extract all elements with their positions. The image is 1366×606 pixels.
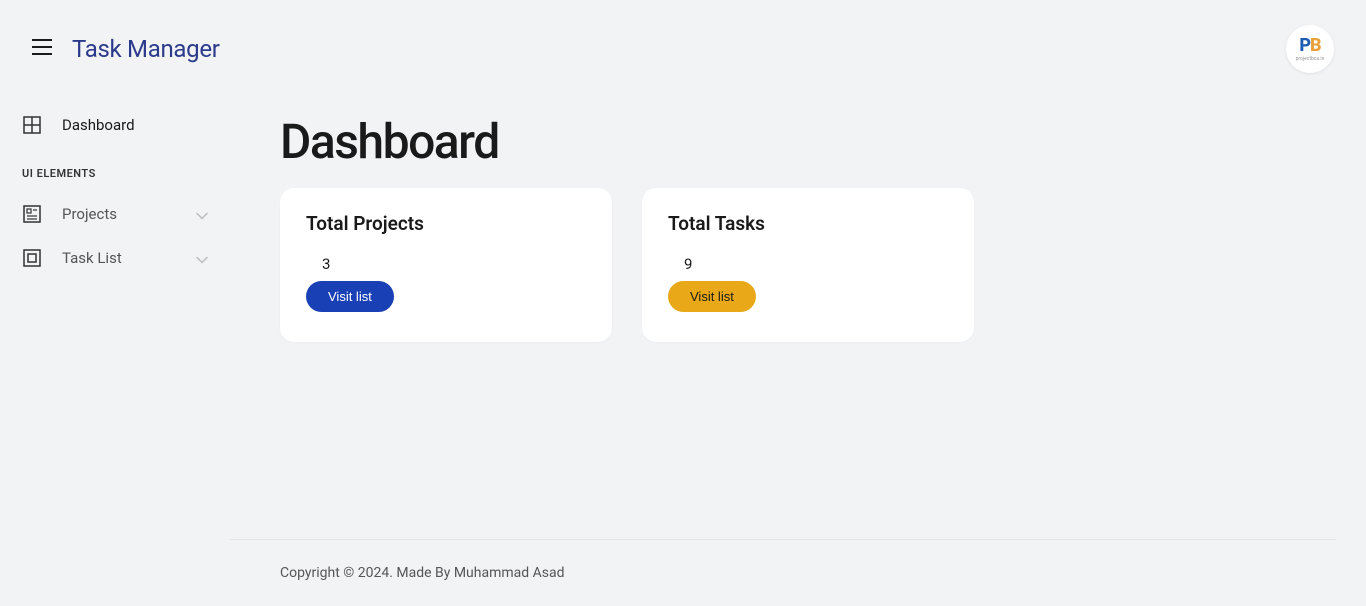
chevron-down-icon: [196, 205, 208, 224]
avatar[interactable]: PB projectbca.in: [1286, 25, 1334, 73]
task-list-icon: [22, 248, 42, 268]
page-title: Dashboard: [280, 113, 1316, 170]
app-title[interactable]: Task Manager: [72, 35, 220, 63]
card-total-tasks: Total Tasks 9 Visit list: [642, 188, 974, 342]
card-value: 9: [684, 255, 948, 273]
sidebar-item-left: Task List: [22, 248, 122, 268]
sidebar-item-task-list[interactable]: Task List: [12, 236, 218, 280]
avatar-subtext: projectbca.in: [1296, 56, 1325, 62]
chevron-down-icon: [196, 249, 208, 268]
visit-list-button[interactable]: Visit list: [668, 281, 756, 312]
footer: Copyright © 2024. Made By Muhammad Asad: [230, 539, 1336, 606]
header-left: Task Manager: [32, 35, 220, 63]
card-total-projects: Total Projects 3 Visit list: [280, 188, 612, 342]
avatar-text: PB: [1299, 37, 1320, 55]
sidebar-item-label: Projects: [62, 205, 117, 223]
sidebar-item-left: Projects: [22, 204, 117, 224]
sidebar-section-label: UI ELEMENTS: [12, 147, 218, 192]
sidebar: Dashboard UI ELEMENTS Projects: [0, 103, 230, 342]
menu-icon[interactable]: [32, 39, 52, 59]
projects-icon: [22, 204, 42, 224]
footer-text: Copyright © 2024. Made By Muhammad Asad: [280, 565, 565, 581]
sidebar-item-dashboard[interactable]: Dashboard: [12, 103, 218, 147]
container: Dashboard UI ELEMENTS Projects: [0, 103, 1366, 342]
header: Task Manager PB projectbca.in: [0, 0, 1366, 103]
grid-icon: [22, 115, 42, 135]
sidebar-item-label: Dashboard: [62, 116, 135, 134]
card-title: Total Tasks: [668, 212, 948, 235]
main-content: Dashboard Total Projects 3 Visit list To…: [230, 103, 1366, 342]
card-value: 3: [322, 255, 586, 273]
sidebar-item-label: Task List: [62, 249, 122, 267]
cards-row: Total Projects 3 Visit list Total Tasks …: [280, 188, 1316, 342]
card-title: Total Projects: [306, 212, 586, 235]
visit-list-button[interactable]: Visit list: [306, 281, 394, 312]
sidebar-item-projects[interactable]: Projects: [12, 192, 218, 236]
